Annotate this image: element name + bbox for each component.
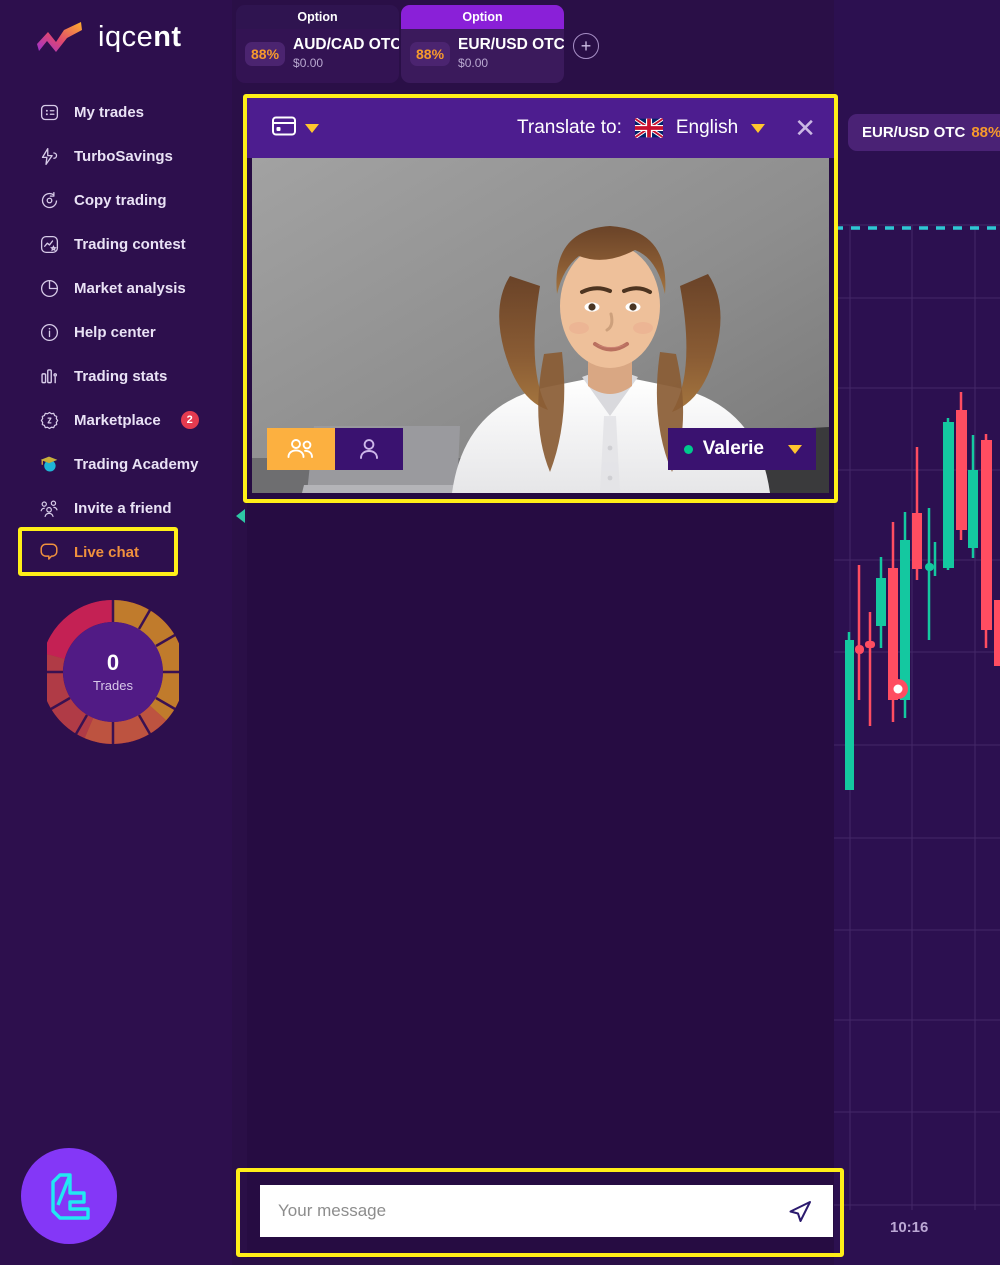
trades-donut-widget[interactable]: 0 Trades bbox=[40, 598, 185, 746]
selected-language[interactable]: English bbox=[676, 117, 738, 139]
video-view-toggle bbox=[267, 428, 403, 470]
trades-label: Trades bbox=[93, 678, 133, 693]
chat-message-list[interactable] bbox=[247, 493, 834, 1183]
chevron-down-icon[interactable] bbox=[788, 444, 802, 454]
asset-amount: $0.00 bbox=[458, 56, 489, 70]
sidebar-item-label: Invite a friend bbox=[74, 499, 172, 517]
sidebar-item-label: Marketplace bbox=[74, 411, 161, 429]
marketplace-icon bbox=[38, 409, 60, 431]
live-chat-panel: Translate to: English ✕ Valerie Your mes… bbox=[247, 98, 834, 1258]
chevron-down-icon bbox=[305, 123, 319, 133]
close-icon[interactable]: ✕ bbox=[794, 115, 816, 141]
chart-asset-name: EUR/USD OTC bbox=[862, 124, 966, 141]
asset-tab-audcad[interactable]: Option 88% AUD/CAD OTC $0.00 bbox=[236, 5, 399, 83]
copy-trading-icon bbox=[38, 189, 60, 211]
trading-contest-icon bbox=[38, 233, 60, 255]
asset-payout: 88% bbox=[410, 42, 451, 66]
candle-series bbox=[845, 392, 1000, 790]
asset-tab-eurusd[interactable]: Option 88% EUR/USD OTC $0.00 bbox=[401, 5, 564, 83]
card-dropdown-icon bbox=[271, 115, 297, 142]
sidebar-item-trading-contest[interactable]: Trading contest bbox=[0, 222, 232, 266]
agent-video[interactable]: Valerie bbox=[252, 158, 829, 493]
trading-academy-icon bbox=[38, 453, 60, 475]
chart-time-label: 10:16 bbox=[890, 1219, 929, 1236]
sidebar-item-label: My trades bbox=[74, 103, 145, 121]
chat-card-selector[interactable] bbox=[271, 115, 319, 142]
sidebar-item-live-chat[interactable]: Live chat bbox=[0, 530, 232, 574]
asset-pair: AUD/CAD OTC bbox=[293, 36, 399, 53]
sidebar-item-market-analysis[interactable]: Market analysis bbox=[0, 266, 232, 310]
sidebar-item-invite-a-friend[interactable]: Invite a friend bbox=[0, 486, 232, 530]
live-chat-icon bbox=[38, 541, 60, 563]
single-person-icon[interactable] bbox=[335, 428, 403, 470]
agent-name-chip[interactable]: Valerie bbox=[667, 428, 816, 470]
app-root: iqcent My trades TurboSavings Copy tradi bbox=[0, 0, 1000, 1265]
help-center-icon bbox=[38, 321, 60, 343]
collapse-left-arrow-icon[interactable] bbox=[236, 509, 245, 523]
asset-pair: EUR/USD OTC bbox=[458, 36, 564, 53]
message-input[interactable] bbox=[278, 1201, 785, 1221]
asset-tab-kind: Option bbox=[236, 5, 399, 29]
sidebar-item-label: Copy trading bbox=[74, 191, 167, 209]
chat-header: Translate to: English ✕ bbox=[247, 98, 834, 158]
message-input-wrapper[interactable] bbox=[260, 1185, 833, 1237]
trades-count: 0 bbox=[107, 650, 119, 675]
candlestick-chart bbox=[834, 224, 1000, 1210]
market-analysis-icon bbox=[38, 277, 60, 299]
sidebar-item-label: Live chat bbox=[74, 543, 140, 561]
sidebar-item-label: Market analysis bbox=[74, 279, 186, 297]
chevron-down-icon[interactable] bbox=[751, 123, 766, 133]
current-price-marker bbox=[888, 679, 908, 699]
my-trades-icon bbox=[38, 101, 60, 123]
asset-payout: 88% bbox=[245, 42, 286, 66]
plus-circle-icon[interactable]: + bbox=[573, 33, 599, 59]
chart-grid bbox=[834, 224, 1000, 1210]
sidebar-item-help-center[interactable]: Help center bbox=[0, 310, 232, 354]
translate-label: Translate to: bbox=[516, 117, 622, 138]
sidebar-item-trading-academy[interactable]: Trading Academy bbox=[0, 442, 232, 486]
iqcent-zigzag-logo-icon bbox=[34, 20, 86, 54]
invite-friend-icon bbox=[38, 497, 60, 519]
asset-tab-kind: Option bbox=[401, 5, 564, 29]
sidebar-item-label: Trading Academy bbox=[74, 455, 199, 473]
lc-circle-logo-icon[interactable] bbox=[21, 1148, 117, 1244]
people-group-icon[interactable] bbox=[267, 428, 335, 470]
turbo-savings-icon bbox=[38, 145, 60, 167]
sidebar-item-turbosavings[interactable]: TurboSavings bbox=[0, 134, 232, 178]
uk-flag-icon bbox=[634, 118, 663, 138]
chat-input-bar bbox=[247, 1162, 834, 1258]
sidebar-item-label: Help center bbox=[74, 323, 156, 341]
sidebar-item-marketplace[interactable]: Marketplace 2 bbox=[0, 398, 232, 442]
chart-pane[interactable]: EUR/USD OTC 88% 10:16 bbox=[834, 0, 1000, 1265]
chart-asset-payout: 88% bbox=[971, 124, 1000, 141]
online-status-dot bbox=[683, 444, 693, 454]
sidebar-item-my-trades[interactable]: My trades bbox=[0, 90, 232, 134]
sidebar: iqcent My trades TurboSavings Copy tradi bbox=[0, 0, 232, 1265]
asset-amount: $0.00 bbox=[293, 56, 324, 70]
sidebar-item-label: Trading contest bbox=[74, 235, 186, 253]
sidebar-item-trading-stats[interactable]: Trading stats bbox=[0, 354, 232, 398]
agent-name: Valerie bbox=[702, 438, 764, 459]
brand-logo[interactable]: iqcent bbox=[34, 20, 182, 54]
sidebar-item-copy-trading[interactable]: Copy trading bbox=[0, 178, 232, 222]
sidebar-nav: My trades TurboSavings Copy trading Trad… bbox=[0, 90, 232, 574]
brand-name: iqcent bbox=[98, 20, 182, 53]
send-paper-plane-icon[interactable] bbox=[785, 1196, 815, 1226]
sidebar-item-label: Trading stats bbox=[74, 367, 168, 385]
sidebar-item-label: TurboSavings bbox=[74, 147, 173, 165]
trading-stats-icon bbox=[38, 365, 60, 387]
status-badge: 2 bbox=[180, 411, 199, 429]
chart-asset-badge[interactable]: EUR/USD OTC 88% bbox=[848, 114, 1000, 151]
